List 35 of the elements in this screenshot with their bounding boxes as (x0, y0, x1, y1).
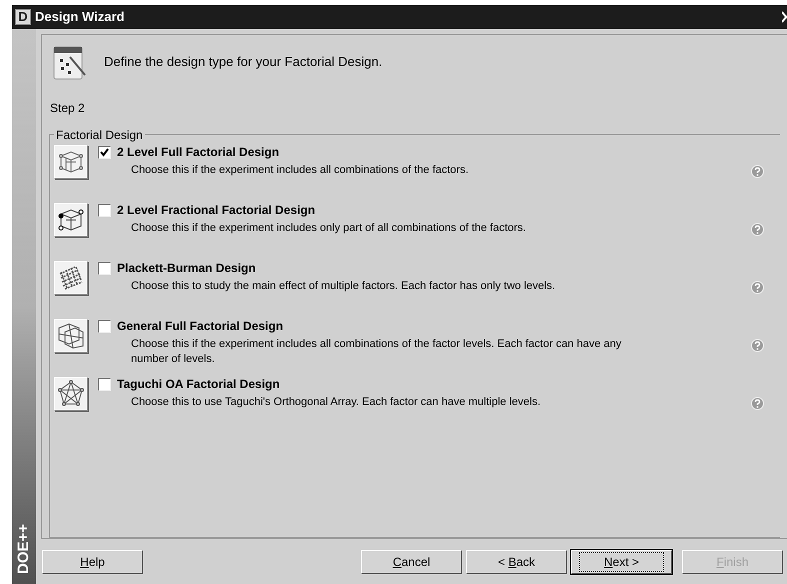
step-label: Step 2 (50, 100, 86, 117)
option-title[interactable]: General Full Factorial Design (117, 319, 631, 334)
checkbox[interactable] (98, 204, 111, 217)
wizard-button[interactable]: Next > (571, 550, 672, 574)
option-title[interactable]: 2 Level Full Factorial Design (117, 145, 631, 160)
option-description: Choose this to study the main effect of multiple factors. Each factor has only two levels. (131, 279, 556, 294)
option-description: Choose this if the experiment includes all combinations of the factors. (131, 163, 470, 178)
cube-icon (54, 203, 88, 237)
help-icon[interactable] (751, 165, 764, 178)
checkbox[interactable] (98, 146, 111, 159)
instruction-text: Define the design type for your Factorial Design. (104, 53, 382, 71)
cubes-icon (54, 319, 88, 353)
pentagram-icon (54, 377, 88, 411)
cube-icon (54, 145, 88, 179)
option-title[interactable]: Plackett-Burman Design (117, 261, 631, 276)
close-icon[interactable] (782, 11, 787, 23)
option-description: Choose this if the experiment includes all combinations of the factor levels. Each factor can have any number of levels. (131, 337, 622, 367)
lattice-icon (54, 261, 88, 295)
help-button[interactable]: Help (42, 550, 143, 574)
option-title[interactable]: Taguchi OA Factorial Design (117, 377, 631, 392)
window-title: Design Wizard (35, 8, 124, 26)
checkbox[interactable] (98, 320, 111, 333)
checkbox[interactable] (98, 378, 111, 391)
help-icon[interactable] (751, 397, 764, 410)
help-icon[interactable] (751, 281, 764, 294)
help-icon[interactable] (751, 339, 764, 352)
option-title[interactable]: 2 Level Fractional Factorial Design (117, 203, 631, 218)
wizard-button[interactable]: Cancel (361, 550, 462, 574)
checkbox[interactable] (98, 262, 111, 275)
option-description: Choose this to use Taguchi's Orthogonal Array. Each factor can have multiple levels. (131, 395, 542, 410)
wizard-button[interactable]: < Back (466, 550, 567, 574)
app-icon: D (15, 9, 31, 25)
help-icon[interactable] (751, 223, 764, 236)
brand-text: DOE++ (15, 522, 33, 576)
option-description: Choose this if the experiment includes only part of all combinations of the factors. (131, 221, 527, 236)
